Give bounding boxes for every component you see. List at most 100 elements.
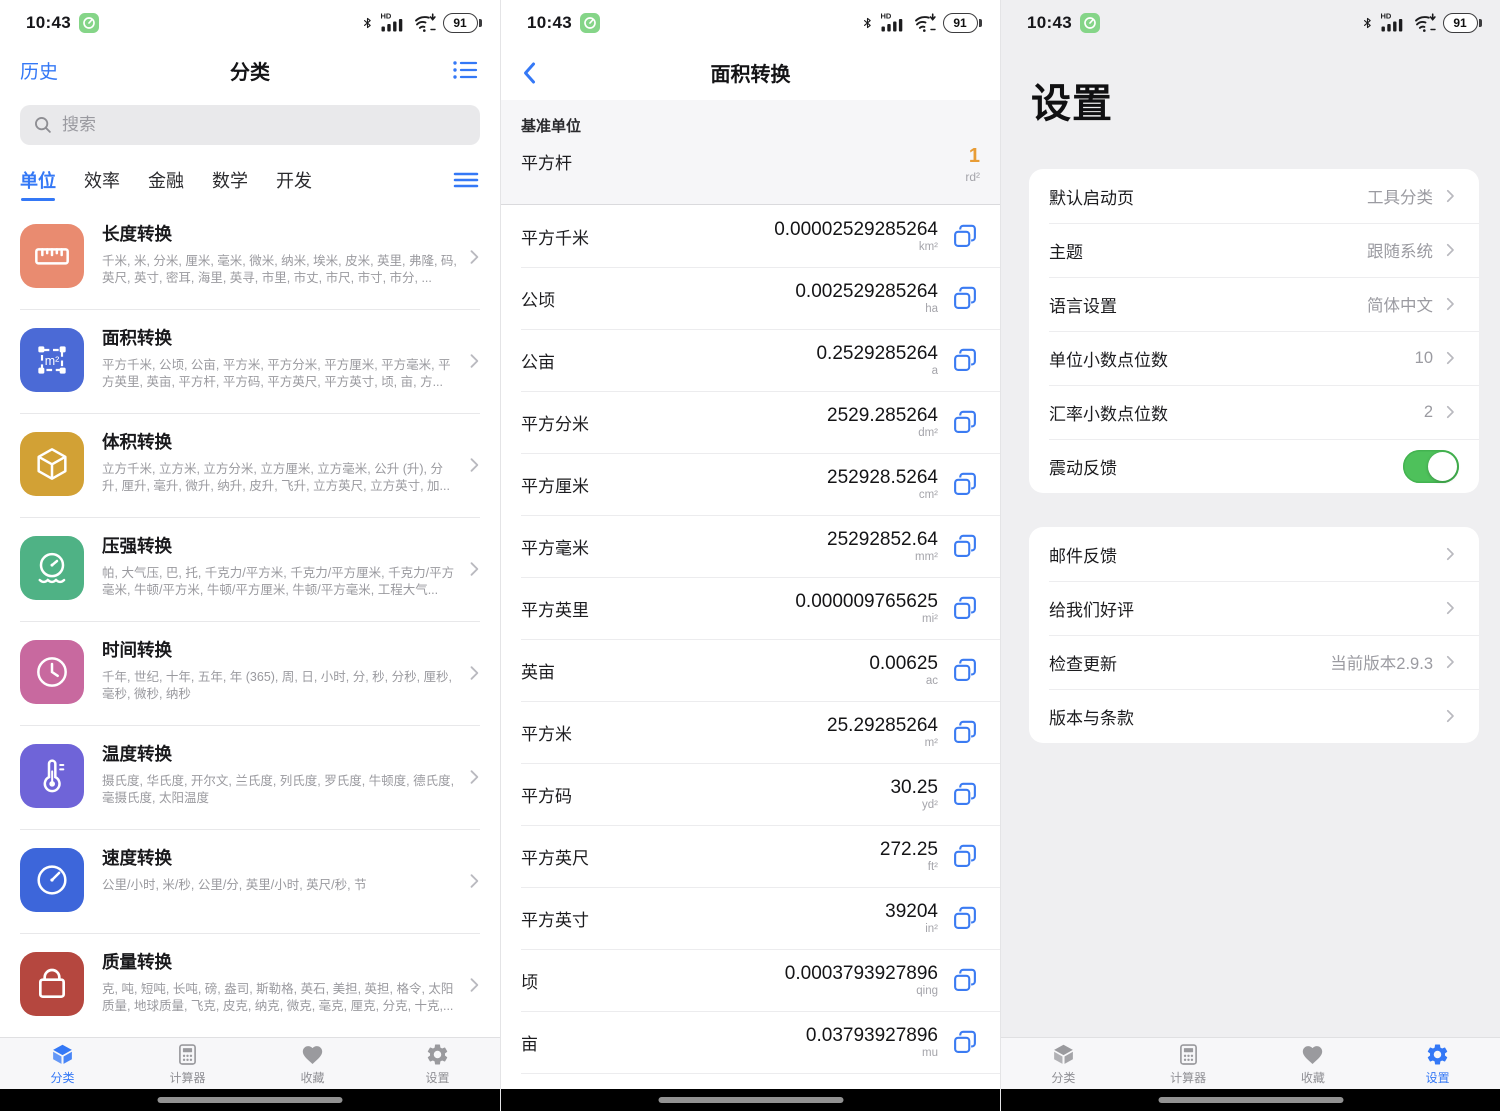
copy-icon[interactable] xyxy=(950,841,980,871)
unit-symbol: m² xyxy=(925,737,938,749)
category-row[interactable]: 时间转换 千年, 世纪, 十年, 五年, 年 (365), 周, 日, 小时, … xyxy=(0,621,500,725)
conversion-row[interactable]: 平方分米 2529.285264 dm² xyxy=(501,391,1000,453)
copy-icon[interactable] xyxy=(950,903,980,933)
conversion-row[interactable]: 平方米 25.29285264 m² xyxy=(501,701,1000,763)
tabbar-item[interactable]: 分类 xyxy=(0,1038,125,1089)
copy-icon[interactable] xyxy=(950,469,980,499)
settings-row[interactable]: 检查更新 当前版本2.9.3 xyxy=(1029,635,1479,689)
list-view-icon[interactable] xyxy=(450,57,480,83)
settings-row[interactable]: 默认启动页 工具分类 xyxy=(1029,169,1479,223)
conversion-row[interactable]: 亩 0.03793927896 mu xyxy=(501,1011,1000,1073)
tab-label: 金融 xyxy=(148,167,184,193)
base-unit-value[interactable]: 1 xyxy=(965,145,980,168)
page-title: 面积转换 xyxy=(501,58,1000,87)
gear-icon xyxy=(1425,1042,1450,1067)
base-unit-row[interactable]: 平方杆 1 rd² xyxy=(521,149,980,184)
category-row[interactable]: 压强转换 帕, 大气压, 巴, 托, 千克力/平方米, 千克力/平方厘米, 千克… xyxy=(0,517,500,621)
setting-label: 语言设置 xyxy=(1049,292,1367,317)
wifi-icon xyxy=(1413,12,1437,33)
screen-categories: 10:43 HD 91 历史 分类 xyxy=(0,0,500,1111)
tabbar-label: 设置 xyxy=(1426,1069,1450,1086)
conversion-row[interactable]: 平方英寸 39204 in² xyxy=(501,887,1000,949)
setting-label: 版本与条款 xyxy=(1049,704,1433,729)
copy-icon[interactable] xyxy=(950,779,980,809)
settings-row[interactable]: 主题 跟随系统 xyxy=(1029,223,1479,277)
settings-row[interactable]: 汇率小数点位数 2 xyxy=(1029,385,1479,439)
copy-icon[interactable] xyxy=(950,1027,980,1057)
copy-icon[interactable] xyxy=(950,531,980,561)
tab[interactable]: 金融 xyxy=(148,155,184,205)
vibration-toggle[interactable] xyxy=(1403,450,1459,483)
tabbar-item[interactable]: 设置 xyxy=(375,1038,500,1089)
conversion-row[interactable]: 英亩 0.00625 ac xyxy=(501,639,1000,701)
settings-row[interactable]: 版本与条款 xyxy=(1029,689,1479,743)
tabbar-item[interactable]: 计算器 xyxy=(125,1038,250,1089)
category-row[interactable]: 温度转换 摄氏度, 华氏度, 开尔文, 兰氏度, 列氏度, 罗氏度, 牛顿度, … xyxy=(0,725,500,829)
gear-icon xyxy=(425,1042,450,1067)
home-indicator[interactable] xyxy=(658,1097,843,1103)
unit-value: 25.29285264 xyxy=(827,715,938,737)
conversion-row[interactable]: 平方码 30.25 yd² xyxy=(501,763,1000,825)
conversion-row[interactable]: 公亩 0.2529285264 a xyxy=(501,329,1000,391)
home-indicator-area xyxy=(501,1089,1000,1111)
settings-row[interactable]: 单位小数点位数 10 xyxy=(1029,331,1479,385)
tabbar-item[interactable]: 收藏 xyxy=(250,1038,375,1089)
conversion-row[interactable]: 平方毫米 25292852.64 mm² xyxy=(501,515,1000,577)
battery-indicator: 91 xyxy=(443,13,483,33)
category-row[interactable]: m² 面积转换 平方千米, 公顷, 公亩, 平方米, 平方分米, 平方厘米, 平… xyxy=(0,309,500,413)
copy-icon[interactable] xyxy=(950,345,980,375)
search-input[interactable] xyxy=(62,115,442,135)
settings-row[interactable]: 邮件反馈 xyxy=(1029,527,1479,581)
unit-name: 英亩 xyxy=(521,658,869,683)
search-bar[interactable] xyxy=(20,105,480,145)
conversion-row[interactable]: 平方英里 0.000009765625 mi² xyxy=(501,577,1000,639)
copy-icon[interactable] xyxy=(950,717,980,747)
conversion-row[interactable]: 顷 0.0003793927896 qing xyxy=(501,949,1000,1011)
heart-icon xyxy=(300,1042,325,1067)
tab[interactable]: 单位 xyxy=(20,155,56,205)
tabbar-item[interactable]: 分类 xyxy=(1001,1038,1126,1089)
category-row[interactable]: 长度转换 千米, 米, 分米, 厘米, 毫米, 微米, 纳米, 埃米, 皮米, … xyxy=(0,205,500,309)
bluetooth-icon xyxy=(361,13,374,33)
unit-symbol: km² xyxy=(919,241,938,253)
tabbar-item[interactable]: 收藏 xyxy=(1251,1038,1376,1089)
conversion-row[interactable]: 公顷 0.002529285264 ha xyxy=(501,267,1000,329)
conversion-row[interactable]: 平方千米 0.00002529285264 km² xyxy=(501,205,1000,267)
category-row[interactable]: 质量转换 克, 吨, 短吨, 长吨, 磅, 盎司, 斯勒格, 英石, 美担, 英… xyxy=(0,933,500,1037)
copy-icon[interactable] xyxy=(950,655,980,685)
conversion-row[interactable]: 227.63567376 xyxy=(501,1073,1000,1089)
conversion-row[interactable]: 平方厘米 252928.5264 cm² xyxy=(501,453,1000,515)
tabbar-item[interactable]: 计算器 xyxy=(1126,1038,1251,1089)
unit-value: 0.000009765625 xyxy=(795,591,938,613)
copy-icon[interactable] xyxy=(950,283,980,313)
settings-row[interactable]: 语言设置 简体中文 xyxy=(1029,277,1479,331)
tab[interactable]: 开发 xyxy=(276,155,312,205)
conversion-row[interactable]: 平方英尺 272.25 ft² xyxy=(501,825,1000,887)
unit-value: 0.03793927896 xyxy=(806,1025,938,1047)
tab[interactable]: 效率 xyxy=(84,155,120,205)
back-button[interactable] xyxy=(517,59,543,87)
battery-percent: 91 xyxy=(943,13,978,33)
settings-row[interactable]: 震动反馈 xyxy=(1029,439,1479,493)
chevron-right-icon xyxy=(464,767,484,787)
chevron-right-icon xyxy=(464,559,484,579)
category-row[interactable]: 速度转换 公里/小时, 米/秒, 公里/分, 英里/小时, 英尺/秒, 节 xyxy=(0,829,500,933)
bag-icon xyxy=(20,952,84,1016)
svg-text:HD: HD xyxy=(380,12,391,21)
history-button[interactable]: 历史 xyxy=(20,57,58,84)
copy-icon[interactable] xyxy=(950,965,980,995)
tab[interactable]: 数学 xyxy=(212,155,248,205)
category-row[interactable]: 体积转换 立方千米, 立方米, 立方分米, 立方厘米, 立方毫米, 公升 (升)… xyxy=(0,413,500,517)
screen-settings: 10:43 HD 91 设置 默认启动页 工具分类 xyxy=(1000,0,1500,1111)
navcube-icon xyxy=(1051,1042,1076,1067)
settings-row[interactable]: 给我们好评 xyxy=(1029,581,1479,635)
home-indicator[interactable] xyxy=(1158,1097,1343,1103)
tabbar-item[interactable]: 设置 xyxy=(1375,1038,1500,1089)
search-icon xyxy=(32,114,54,136)
settings-group-preferences: 默认启动页 工具分类 主题 跟随系统 语言设置 简体中文 xyxy=(1029,169,1479,493)
copy-icon[interactable] xyxy=(950,407,980,437)
copy-icon[interactable] xyxy=(950,593,980,623)
menu-icon[interactable] xyxy=(452,168,480,192)
copy-icon[interactable] xyxy=(950,221,980,251)
home-indicator[interactable] xyxy=(158,1097,343,1103)
